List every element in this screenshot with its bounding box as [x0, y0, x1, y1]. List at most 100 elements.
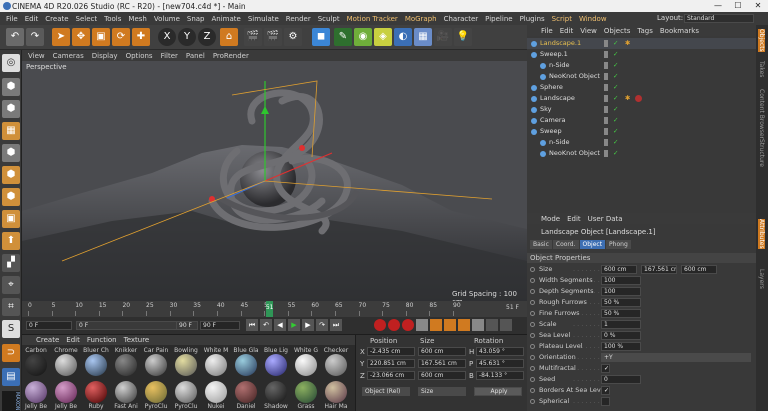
- rotation-field[interactable]: -84.133 °: [476, 371, 524, 380]
- property-value-field[interactable]: 167.561 cm: [641, 265, 677, 274]
- tab-phong[interactable]: Phong: [606, 240, 631, 249]
- rotate-icon[interactable]: ⟳: [112, 28, 130, 46]
- light-icon[interactable]: 💡: [454, 28, 472, 46]
- prev-frame-icon[interactable]: ◀: [274, 319, 286, 331]
- tag-icon[interactable]: ✱: [625, 93, 630, 104]
- material-swatch[interactable]: Nukei: [203, 381, 229, 410]
- menu-snap[interactable]: Snap: [187, 15, 205, 23]
- menu-volume[interactable]: Volume: [154, 15, 180, 23]
- snap-icon[interactable]: ⌖: [2, 276, 20, 294]
- object-row[interactable]: Sky ✓: [527, 104, 756, 115]
- layout-select[interactable]: Standard: [684, 14, 754, 23]
- make-editable-icon[interactable]: ◎: [2, 54, 20, 72]
- menu-tools[interactable]: Tools: [104, 15, 121, 23]
- visibility-dots-icon[interactable]: [604, 139, 608, 146]
- property-value-field[interactable]: +Y: [601, 353, 751, 362]
- material-swatch[interactable]: Chrome: [53, 347, 79, 376]
- size-field[interactable]: 600 cm: [418, 347, 466, 356]
- undo-icon[interactable]: ↶: [6, 28, 24, 46]
- viewport-menu-prorender[interactable]: ProRender: [213, 52, 249, 60]
- subdivision-icon[interactable]: ◉: [354, 28, 372, 46]
- timeline[interactable]: 0510152025303540455055606570758085905151…: [22, 301, 527, 317]
- apply-button[interactable]: Apply: [474, 387, 522, 396]
- menu-file[interactable]: File: [6, 15, 18, 23]
- property-value-field[interactable]: ✓: [601, 364, 610, 373]
- cube-icon[interactable]: ◼: [312, 28, 330, 46]
- material-swatch[interactable]: White G: [293, 347, 319, 376]
- menu-select[interactable]: Select: [76, 15, 98, 23]
- enabled-check-icon[interactable]: ✓: [613, 104, 618, 115]
- visibility-dots-icon[interactable]: [604, 73, 608, 80]
- attr-menu-mode[interactable]: Mode: [541, 215, 560, 223]
- size-field[interactable]: 167.561 cm: [418, 359, 466, 368]
- rotation-field[interactable]: 45.631 °: [476, 359, 524, 368]
- visibility-dots-icon[interactable]: [604, 150, 608, 157]
- material-menu-function[interactable]: Function: [87, 336, 117, 344]
- property-value-field[interactable]: 100: [601, 287, 641, 296]
- object-row[interactable]: Sweep.1 ✓: [527, 49, 756, 60]
- uv-mode-icon[interactable]: ▣: [2, 210, 20, 228]
- material-swatch[interactable]: PyroClu: [143, 381, 169, 410]
- cloner-icon[interactable]: ◈: [374, 28, 392, 46]
- visibility-dots-icon[interactable]: [604, 117, 608, 124]
- material-swatch[interactable]: Jelly Be: [53, 381, 79, 410]
- enabled-check-icon[interactable]: ✓: [613, 115, 618, 126]
- points-mode-icon[interactable]: ⬢: [2, 144, 20, 162]
- material-menu-create[interactable]: Create: [36, 336, 59, 344]
- y-axis-icon[interactable]: Y: [178, 28, 196, 46]
- coordinate-system-icon[interactable]: ⌂: [220, 28, 238, 46]
- visibility-dots-icon[interactable]: [604, 106, 608, 113]
- property-value-field[interactable]: 600 cm: [681, 265, 717, 274]
- timeline-options-icon[interactable]: [500, 319, 512, 331]
- side-tab-objects[interactable]: Objects: [758, 29, 765, 52]
- material-swatch[interactable]: Fast Ani: [113, 381, 139, 410]
- viewport-menu-panel[interactable]: Panel: [186, 52, 205, 60]
- enabled-check-icon[interactable]: ✓: [613, 82, 618, 93]
- viewport-menu-view[interactable]: View: [28, 52, 45, 60]
- move-key-icon[interactable]: [430, 319, 442, 331]
- max-frame-field[interactable]: 90 F: [200, 321, 240, 330]
- property-value-field[interactable]: [601, 397, 610, 406]
- enabled-check-icon[interactable]: ✓: [613, 49, 618, 60]
- object-row[interactable]: NeoKnot Object ✓: [527, 71, 756, 82]
- menu-mograph[interactable]: MoGraph: [405, 15, 437, 23]
- material-swatch[interactable]: Jelly Be: [23, 381, 49, 410]
- menu-mesh[interactable]: Mesh: [128, 15, 146, 23]
- position-field[interactable]: -23.066 cm: [367, 371, 415, 380]
- render-settings-icon[interactable]: ⚙: [284, 28, 302, 46]
- side-tab-content-browser[interactable]: Content Browser: [758, 89, 765, 139]
- recent-tool-icon[interactable]: ✚: [132, 28, 150, 46]
- objmgr-menu-file[interactable]: File: [541, 27, 553, 35]
- workplane-icon[interactable]: ▦: [2, 122, 20, 140]
- viewport-menu-options[interactable]: Options: [126, 52, 153, 60]
- redo-icon[interactable]: ↷: [26, 28, 44, 46]
- property-radio-icon[interactable]: [530, 333, 535, 338]
- enabled-check-icon[interactable]: ✓: [613, 126, 618, 137]
- scale-key-icon[interactable]: [444, 319, 456, 331]
- play-icon[interactable]: ▶: [288, 319, 300, 331]
- visibility-dots-icon[interactable]: [604, 40, 608, 47]
- menu-character[interactable]: Character: [444, 15, 479, 23]
- render-view-icon[interactable]: 🎬: [244, 28, 262, 46]
- position-field[interactable]: -2.435 cm: [367, 347, 415, 356]
- object-row[interactable]: n-Side ✓: [527, 137, 756, 148]
- property-radio-icon[interactable]: [530, 355, 535, 360]
- menu-pipeline[interactable]: Pipeline: [485, 15, 512, 23]
- enabled-check-icon[interactable]: ✓: [613, 71, 618, 82]
- property-radio-icon[interactable]: [530, 311, 535, 316]
- side-tab-attributes[interactable]: Attributes: [758, 219, 765, 249]
- pla-key-icon[interactable]: [486, 319, 498, 331]
- object-row[interactable]: Landscape ✓ ✱: [527, 93, 756, 104]
- side-tab-structure[interactable]: Structure: [758, 139, 765, 167]
- key-selection-icon[interactable]: [402, 319, 414, 331]
- viewport-menu-filter[interactable]: Filter: [161, 52, 178, 60]
- menu-create[interactable]: Create: [45, 15, 68, 23]
- property-value-field[interactable]: 600 cm: [601, 265, 637, 274]
- material-swatch[interactable]: Checker: [323, 347, 349, 376]
- select-cursor-icon[interactable]: ➤: [52, 28, 70, 46]
- material-swatch[interactable]: Hair Ma: [323, 381, 349, 410]
- property-value-field[interactable]: 0: [601, 375, 641, 384]
- auto-key-icon[interactable]: [388, 319, 400, 331]
- material-swatch[interactable]: Blue Lig: [263, 347, 289, 376]
- property-radio-icon[interactable]: [530, 322, 535, 327]
